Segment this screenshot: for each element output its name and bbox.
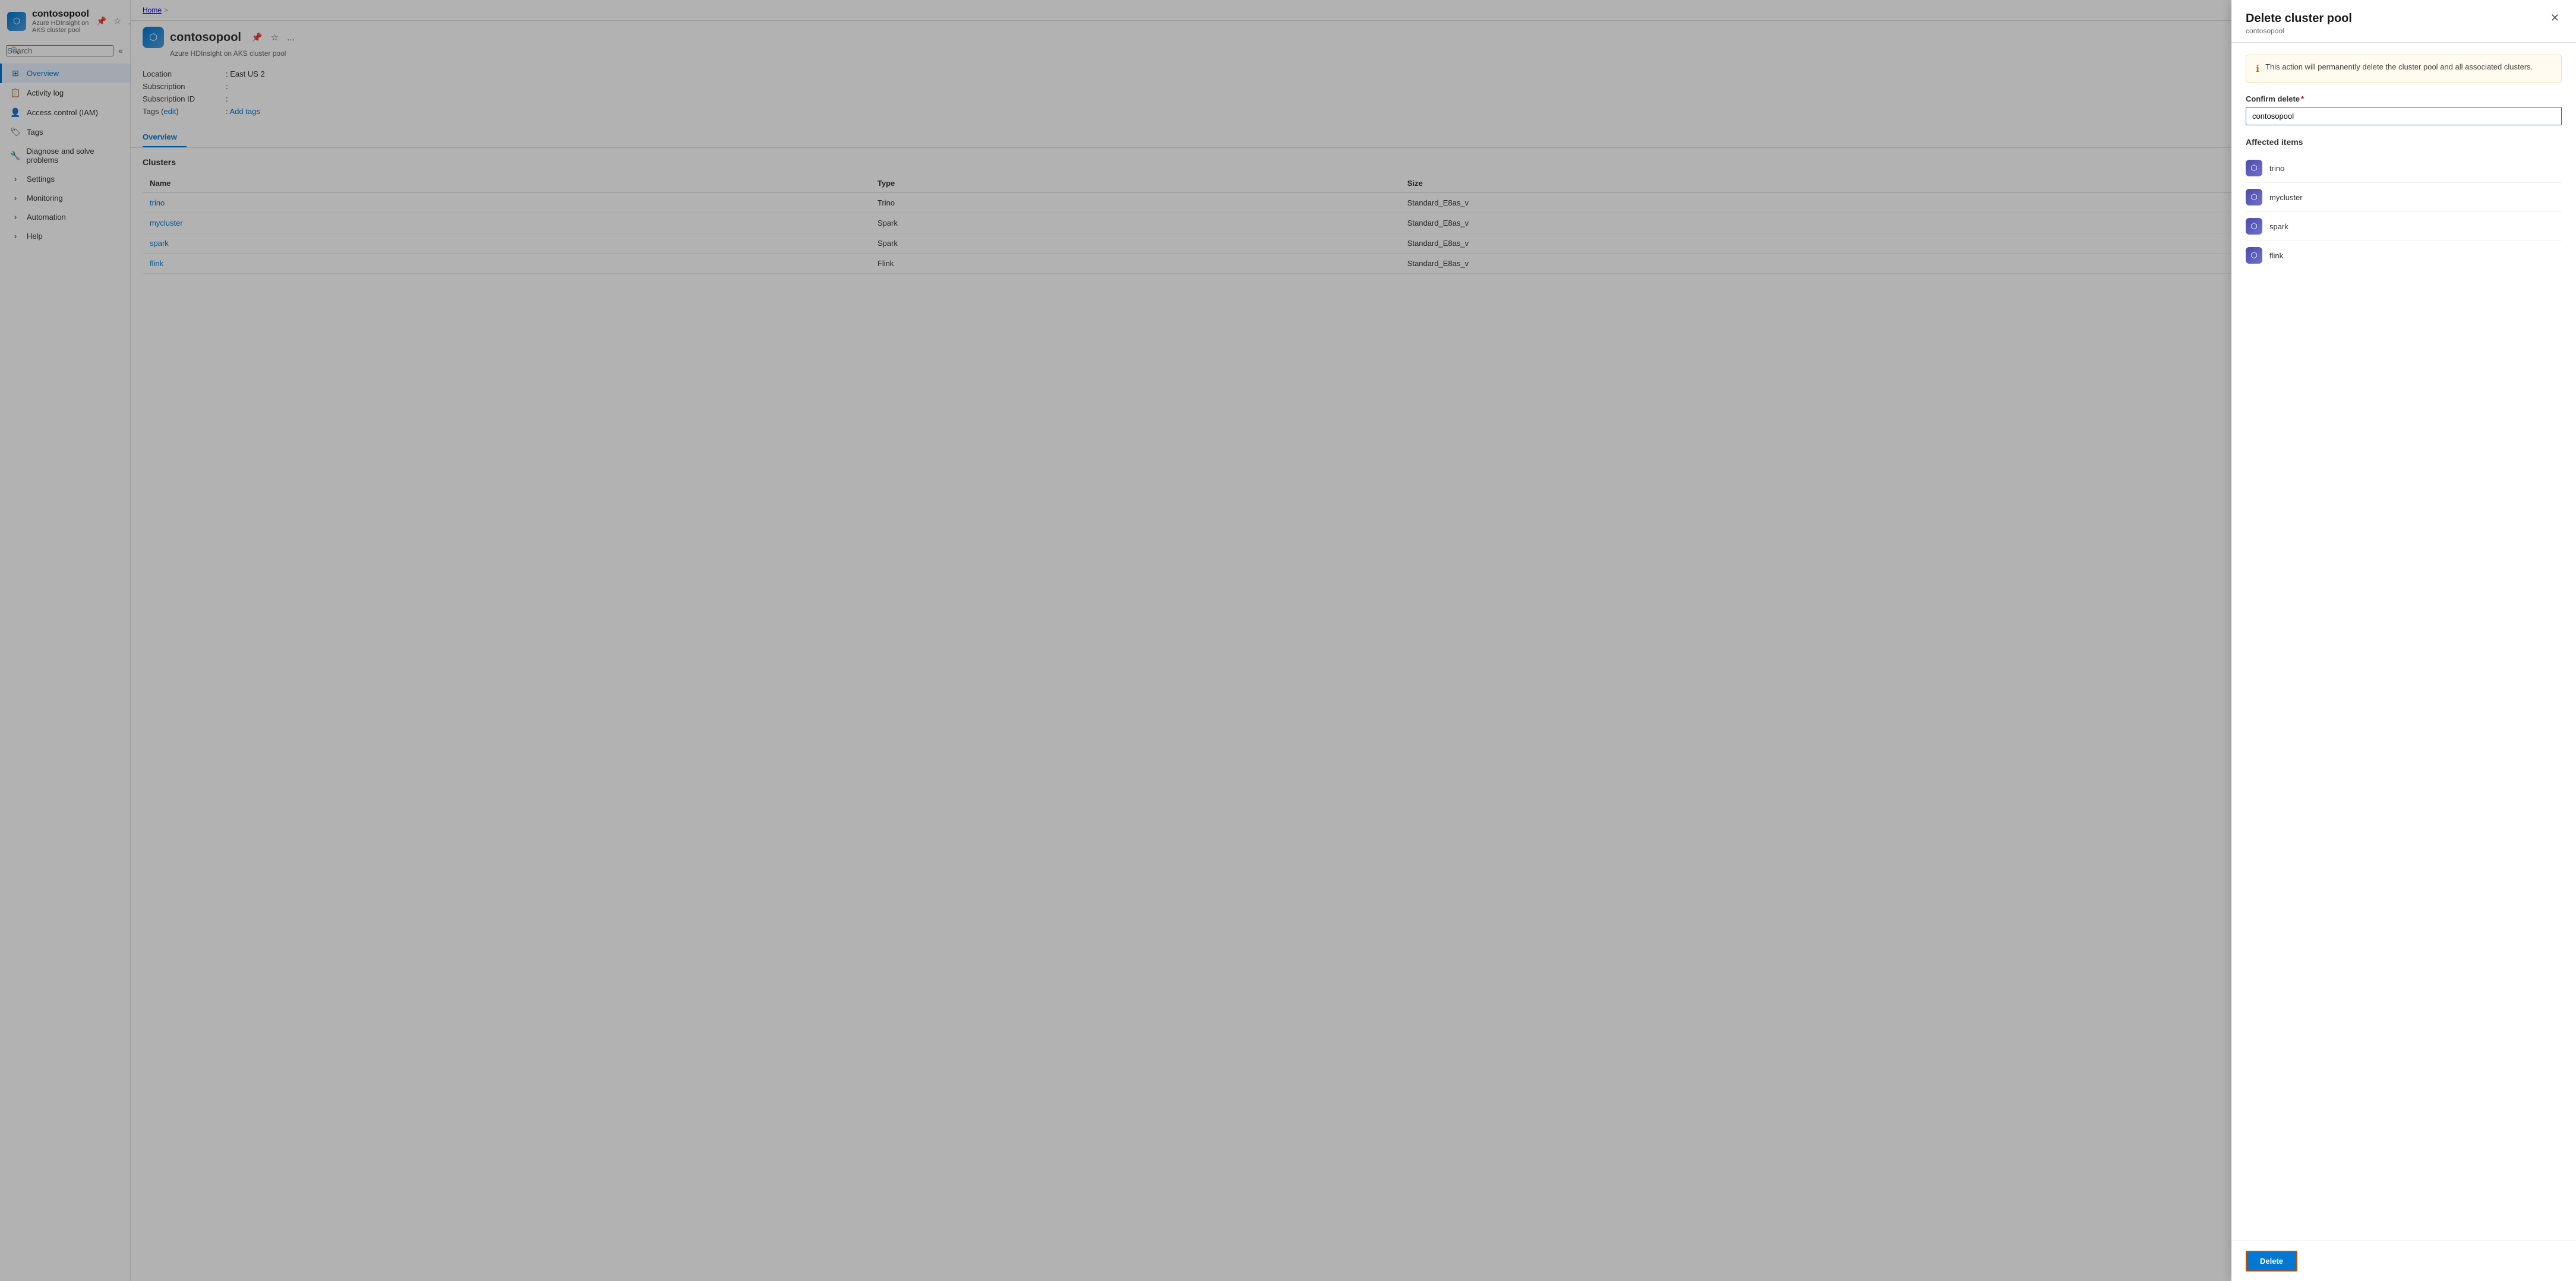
affected-item-name: trino — [2269, 164, 2284, 173]
confirm-delete-input[interactable] — [2246, 107, 2562, 125]
affected-item: ⬡ spark — [2246, 212, 2562, 241]
affected-item: ⬡ flink — [2246, 241, 2562, 270]
delete-panel-close-button[interactable]: ✕ — [2548, 10, 2562, 27]
required-marker: * — [2301, 94, 2304, 103]
delete-panel-footer: Delete — [2231, 1241, 2576, 1281]
overlay-backdrop[interactable] — [0, 0, 2576, 1281]
cluster-icon: ⬡ — [2246, 160, 2262, 176]
warning-text: This action will permanently delete the … — [2265, 62, 2533, 71]
affected-item: ⬡ mycluster — [2246, 183, 2562, 212]
warning-box: ℹ This action will permanently delete th… — [2246, 55, 2562, 83]
delete-panel-title: Delete cluster pool — [2246, 12, 2352, 26]
delete-button[interactable]: Delete — [2246, 1251, 2297, 1271]
delete-panel-header-text: Delete cluster pool contosopool — [2246, 12, 2352, 35]
affected-item-name: mycluster — [2269, 193, 2303, 202]
affected-items-title: Affected items — [2246, 137, 2562, 147]
affected-item: ⬡ trino — [2246, 154, 2562, 183]
confirm-delete-label: Confirm delete* — [2246, 94, 2562, 103]
delete-panel: Delete cluster pool contosopool ✕ ℹ This… — [2231, 0, 2576, 1281]
delete-panel-header: Delete cluster pool contosopool ✕ — [2231, 0, 2576, 43]
affected-item-name: spark — [2269, 222, 2288, 231]
cluster-icon: ⬡ — [2246, 189, 2262, 205]
warning-icon: ℹ — [2256, 63, 2259, 75]
delete-panel-subtitle: contosopool — [2246, 27, 2352, 35]
cluster-icon: ⬡ — [2246, 218, 2262, 235]
affected-item-name: flink — [2269, 251, 2283, 260]
delete-panel-body: ℹ This action will permanently delete th… — [2231, 43, 2576, 1241]
affected-items-list: ⬡ trino ⬡ mycluster ⬡ spark ⬡ flink — [2246, 154, 2562, 270]
cluster-icon: ⬡ — [2246, 247, 2262, 264]
